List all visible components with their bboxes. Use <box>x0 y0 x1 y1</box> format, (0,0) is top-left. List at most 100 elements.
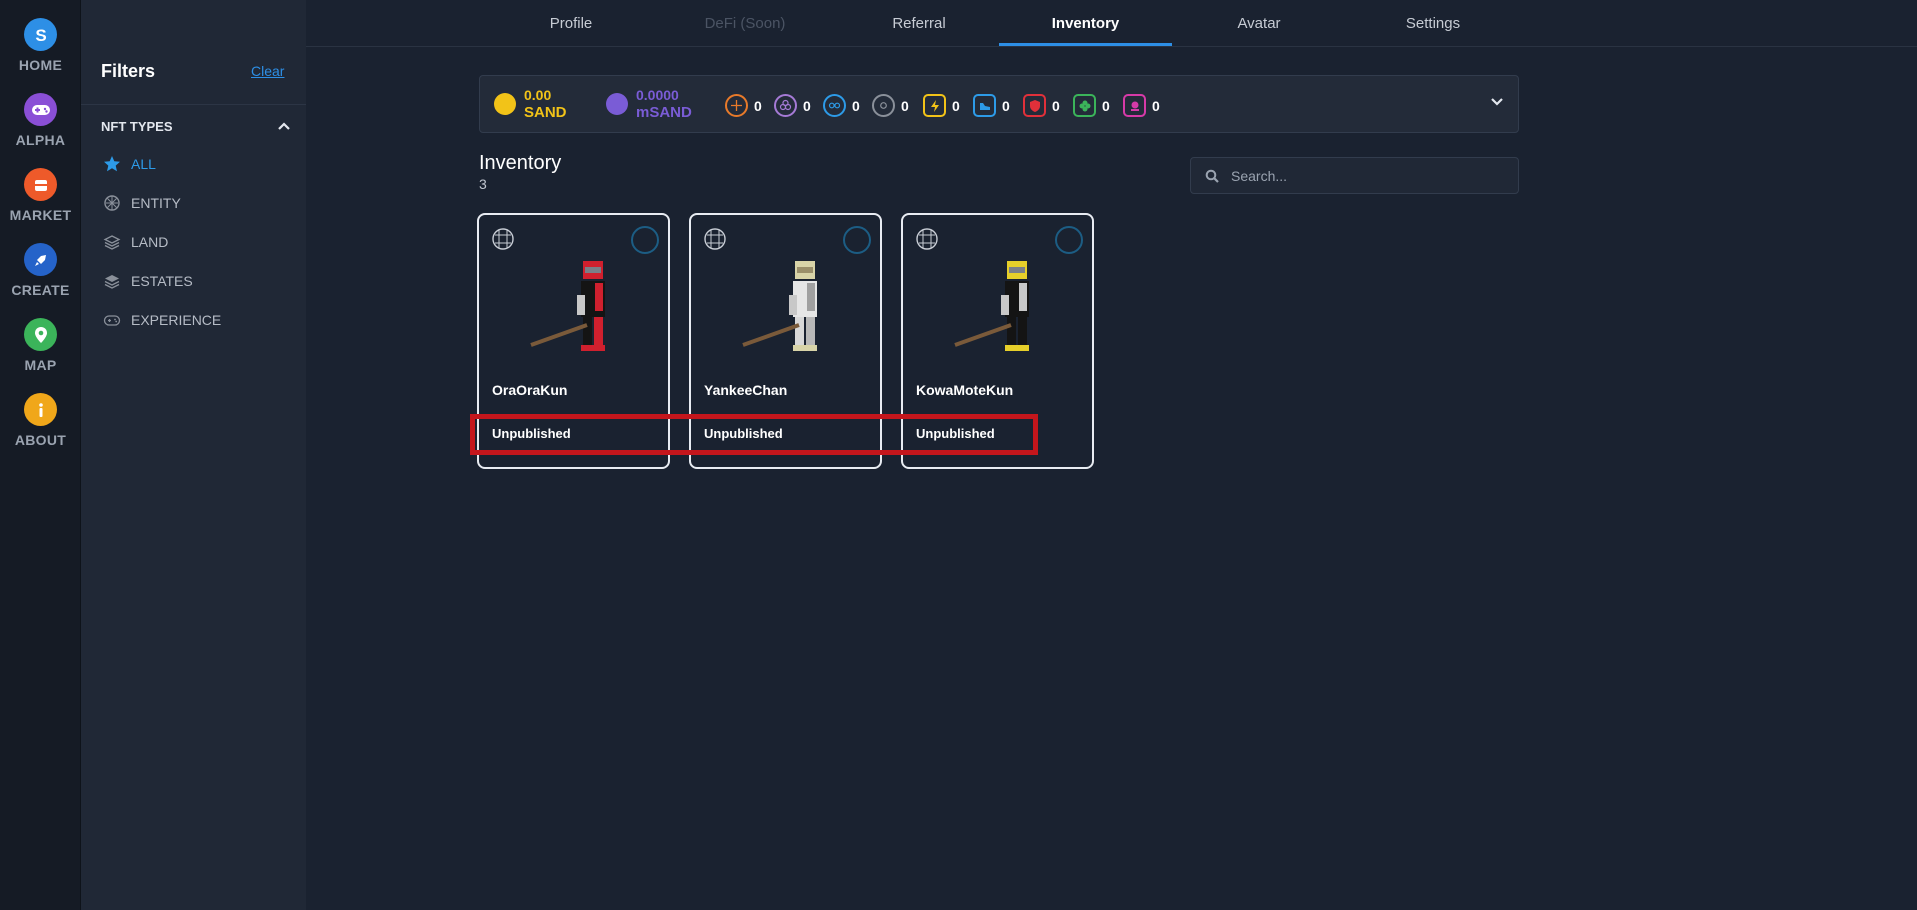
shop-icon <box>24 168 57 201</box>
search-box[interactable] <box>1190 157 1519 194</box>
clover-catalyst-icon <box>1073 94 1096 117</box>
catalyst-clover: 0 <box>1073 94 1110 117</box>
catalyst-count: 0 <box>1052 97 1060 114</box>
sandbox-logo-icon: S <box>24 18 57 51</box>
gem-blue: 0 <box>823 94 860 117</box>
catalyst-count: 0 <box>1152 97 1160 114</box>
filter-type-label: ALL <box>131 156 156 172</box>
gem-count: 0 <box>852 97 860 114</box>
catalyst-shield: 0 <box>1023 94 1060 117</box>
nav-about-label: ABOUT <box>14 432 67 448</box>
profile-tabs: Profile DeFi (Soon) Referral Inventory A… <box>306 0 1917 47</box>
main-nav-rail: S HOME ALPHA MARKET CREATE MAP ABOUT <box>0 0 81 910</box>
nav-about[interactable]: ABOUT <box>0 393 81 448</box>
item-name: OraOraKun <box>492 382 568 398</box>
gamepad-icon <box>103 315 121 326</box>
catalyst-count: 0 <box>1002 97 1010 114</box>
nav-create[interactable]: CREATE <box>0 243 81 298</box>
map-pin-icon <box>24 318 57 351</box>
land-icon <box>103 235 121 250</box>
inventory-title: Inventory <box>479 152 562 174</box>
orange-gem-icon <box>725 94 748 117</box>
lightning-catalyst-icon <box>923 94 946 117</box>
tab-inventory[interactable]: Inventory <box>999 0 1172 46</box>
info-icon <box>24 393 57 426</box>
tab-avatar[interactable]: Avatar <box>1172 0 1346 46</box>
shield-catalyst-icon <box>1023 94 1046 117</box>
nav-create-label: CREATE <box>11 282 70 298</box>
filter-type-label: LAND <box>131 234 169 250</box>
entity-icon <box>916 228 938 250</box>
tab-referral[interactable]: Referral <box>832 0 1006 46</box>
inventory-card-oraorakun[interactable]: OraOraKun Unpublished <box>477 213 670 469</box>
sand-amount: 0.00 <box>524 87 552 103</box>
nav-map-label: MAP <box>24 357 57 373</box>
gem-grey: 0 <box>872 94 909 117</box>
gem-purple: 0 <box>774 94 811 117</box>
magic-catalyst-icon <box>1123 94 1146 117</box>
filter-type-all[interactable]: ALL <box>103 153 156 175</box>
blue-gem-icon <box>823 94 846 117</box>
gamepad-icon <box>24 93 57 126</box>
inventory-count: 3 <box>479 176 487 192</box>
star-icon <box>104 156 120 172</box>
catalyst-shoe: 0 <box>973 94 1010 117</box>
select-checkbox[interactable] <box>631 226 659 254</box>
item-status: Unpublished <box>916 426 995 441</box>
filters-divider <box>81 104 306 105</box>
balance-bar: 0.00 SAND 0.0000 mSAND 0 0 0 0 0 0 0 0 0 <box>479 75 1519 133</box>
nft-types-heading: NFT TYPES <box>101 119 173 134</box>
filter-type-experience[interactable]: EXPERIENCE <box>103 309 221 331</box>
msand-coin-icon <box>606 93 628 115</box>
search-icon <box>1205 169 1219 183</box>
inventory-card-kowamotekun[interactable]: KowaMoteKun Unpublished <box>901 213 1094 469</box>
tab-profile[interactable]: Profile <box>484 0 658 46</box>
item-status: Unpublished <box>704 426 783 441</box>
select-checkbox[interactable] <box>1055 226 1083 254</box>
nav-map[interactable]: MAP <box>0 318 81 373</box>
svg-text:S: S <box>35 26 46 45</box>
item-name: KowaMoteKun <box>916 382 1014 398</box>
filters-panel: Filters Clear NFT TYPES ALL ENTITY LAND … <box>81 0 306 910</box>
filter-type-entity[interactable]: ENTITY <box>103 192 181 214</box>
msand-balance: 0.0000 mSAND <box>636 86 692 122</box>
search-input[interactable] <box>1231 167 1501 184</box>
item-status: Unpublished <box>492 426 571 441</box>
msand-amount: 0.0000 <box>636 87 679 103</box>
nav-market[interactable]: MARKET <box>0 168 81 223</box>
gem-count: 0 <box>754 97 762 114</box>
entity-icon <box>104 195 120 211</box>
item-name: YankeeChan <box>704 382 788 398</box>
rocket-icon <box>24 243 57 276</box>
avatar-thumbnail <box>530 261 605 351</box>
avatar-thumbnail <box>742 261 817 351</box>
filter-type-label: ENTITY <box>131 195 181 211</box>
clear-filters-link[interactable]: Clear <box>251 63 284 79</box>
select-checkbox[interactable] <box>843 226 871 254</box>
avatar-thumbnail <box>954 261 1029 351</box>
tab-defi: DeFi (Soon) <box>704 14 786 32</box>
entity-icon <box>704 228 726 250</box>
catalyst-lightning: 0 <box>923 94 960 117</box>
grey-gem-icon <box>872 94 895 117</box>
shoe-catalyst-icon <box>973 94 996 117</box>
filter-type-label: EXPERIENCE <box>131 312 222 328</box>
sand-coin-icon <box>494 93 516 115</box>
nav-home-label: HOME <box>18 57 63 73</box>
tab-settings[interactable]: Settings <box>1346 0 1520 46</box>
nav-market-label: MARKET <box>9 207 72 223</box>
catalyst-magic: 0 <box>1123 94 1160 117</box>
nav-home[interactable]: S HOME <box>0 18 81 73</box>
gem-count: 0 <box>901 97 909 114</box>
entity-icon <box>492 228 514 250</box>
chevron-down-icon[interactable] <box>1490 97 1504 107</box>
catalyst-count: 0 <box>952 97 960 114</box>
nav-alpha[interactable]: ALPHA <box>0 93 81 148</box>
filter-type-estates[interactable]: ESTATES <box>103 270 193 292</box>
chevron-up-icon[interactable] <box>277 121 291 131</box>
msand-unit: mSAND <box>636 104 692 121</box>
inventory-card-yankeechan[interactable]: YankeeChan Unpublished <box>689 213 882 469</box>
purple-gem-icon <box>774 94 797 117</box>
filter-type-land[interactable]: LAND <box>103 231 168 253</box>
nav-alpha-label: ALPHA <box>15 132 66 148</box>
